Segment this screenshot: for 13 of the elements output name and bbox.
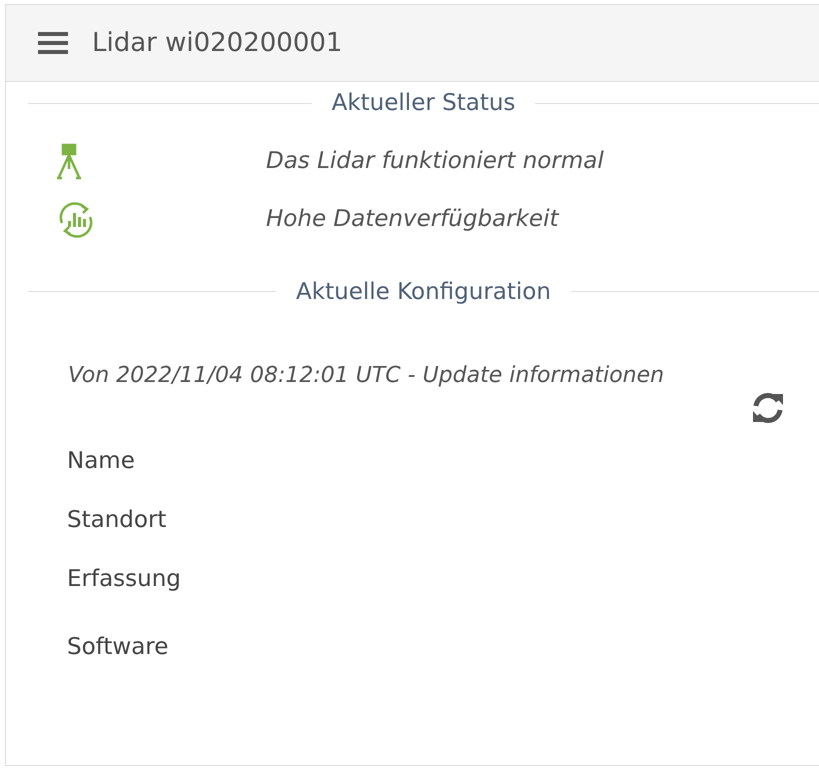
status-text: Das Lidar funktioniert normal [266,147,604,176]
page-title: Lidar wi020200001 [92,26,342,60]
menu-button[interactable] [38,30,68,56]
field-label: Standort [66,506,168,535]
update-info: Von 2022/11/04 08:12:01 UTC - Update informationen [67,362,666,390]
refresh-button[interactable] [751,392,785,424]
field-label: Software [66,633,170,662]
section-heading: Aktuelle Konfiguration [295,278,552,306]
field-label: Name [66,447,136,476]
tripod-device-icon [56,142,82,180]
status-text: Hohe Datenverfügbarkeit [266,205,558,234]
section-heading: Aktueller Status [330,89,516,118]
field-label: Erfassung [66,565,182,594]
